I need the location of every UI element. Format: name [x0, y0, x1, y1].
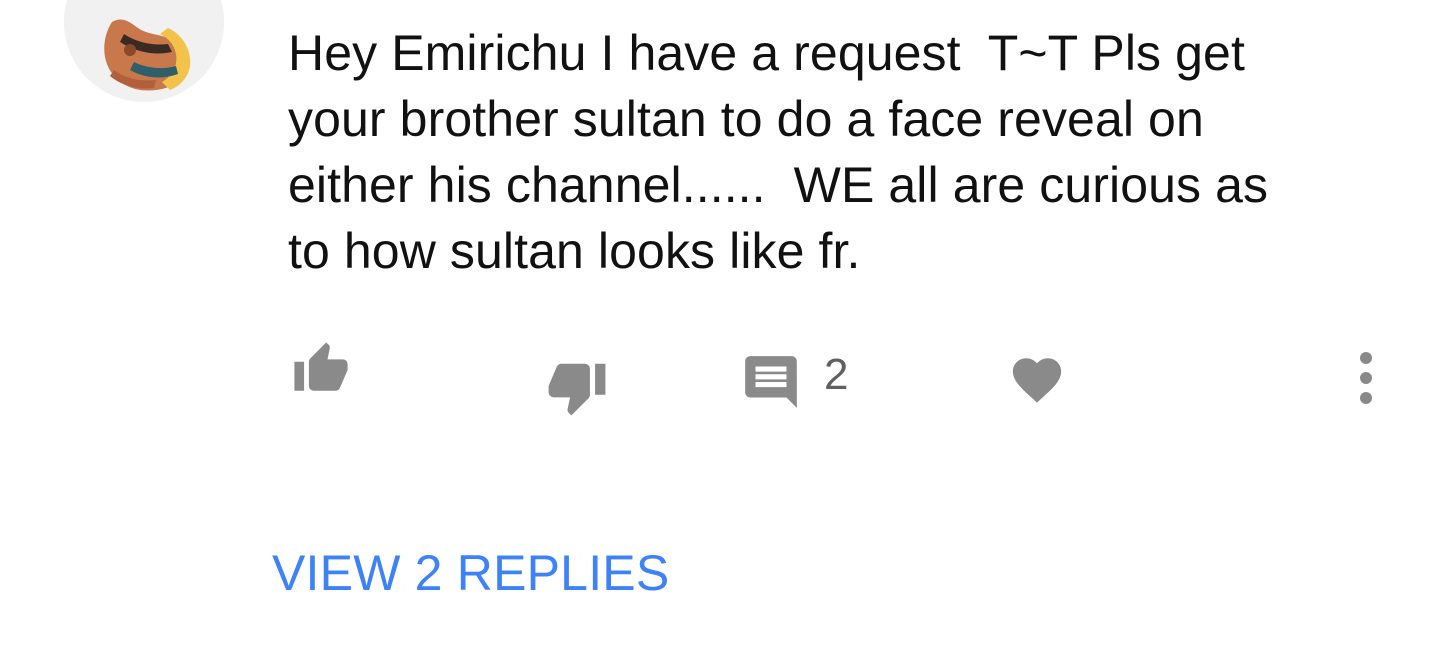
dislike-button[interactable]: [542, 352, 612, 422]
comment-icon: [745, 356, 797, 408]
comment-text: Hey Emirichu I have a request T~T Pls ge…: [288, 25, 1269, 279]
avatar[interactable]: [64, 0, 224, 102]
view-replies-button[interactable]: VIEW 2 REPLIES: [272, 544, 669, 602]
more-vertical-icon: [1360, 352, 1372, 404]
more-options-button[interactable]: [1346, 350, 1386, 406]
thumbs-down-icon: [548, 363, 606, 416]
heart-button[interactable]: [1004, 350, 1070, 410]
reply-button[interactable]: [736, 350, 806, 414]
heart-icon: [1012, 358, 1062, 403]
reply-count: 2: [824, 350, 849, 399]
like-button[interactable]: [286, 338, 356, 400]
avatar-image: [64, 0, 224, 102]
thumbs-up-icon: [294, 342, 348, 391]
